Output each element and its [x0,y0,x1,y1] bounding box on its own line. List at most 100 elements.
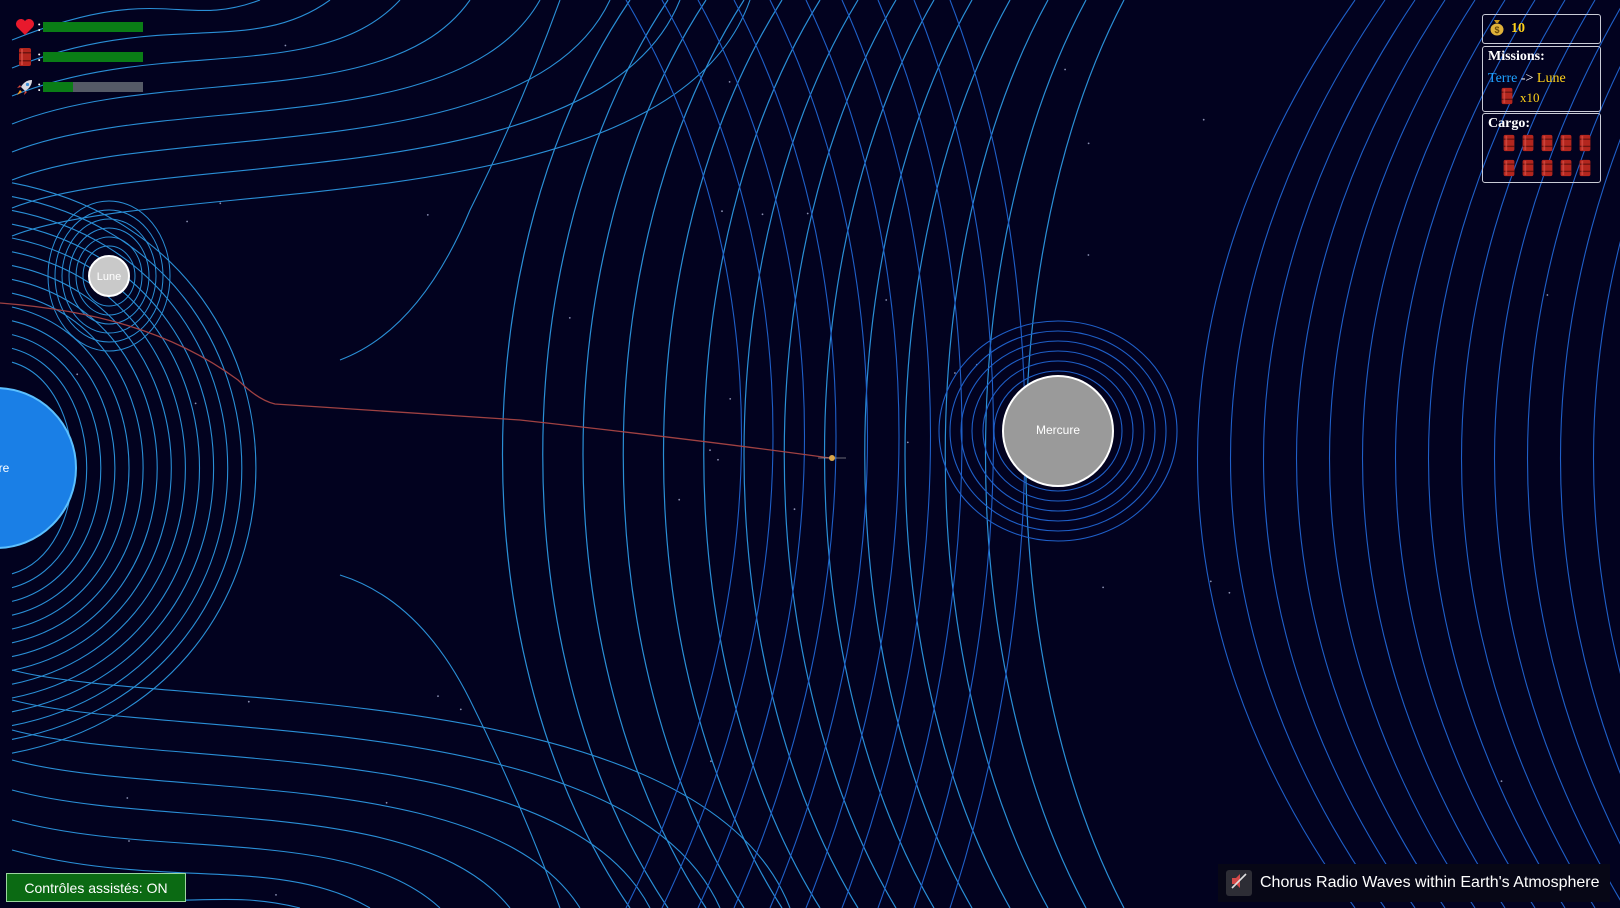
star [761,213,764,216]
star [385,801,388,804]
fuel-barrel-icon [1500,87,1514,109]
star [793,508,796,511]
star [954,372,956,374]
field-line [662,0,783,908]
star [219,202,222,205]
mission-origin: Terre [1488,71,1518,86]
star [437,695,439,697]
assisted-controls-label: Contrôles assistés: ON [24,879,168,896]
muted-speaker-icon [1230,872,1248,895]
fuel-status: : [14,44,144,70]
money-value: 10 [1511,21,1525,36]
fuel-barrel-icon [14,46,36,68]
star [728,81,731,83]
star [1500,780,1503,783]
music-player: Chorus Radio Waves within Earth's Atmosp… [1218,864,1610,902]
star [717,458,719,461]
field-line [877,0,963,908]
planet-label-lune: Lune [97,271,121,283]
health-status: : [14,14,144,40]
cargo-title: Cargo: [1488,116,1530,131]
music-title: Chorus Radio Waves within Earth's Atmosp… [1260,874,1600,891]
planet-label-mercure: Mercure [1036,423,1080,437]
field-line [904,0,1011,908]
field-line [1329,0,1476,908]
mission-route: Terre -> Lune [1488,71,1595,87]
money-panel: $ 10 [1482,14,1601,44]
cargo-panel: Cargo: [1482,113,1601,183]
hud-separator: : [37,48,42,65]
star [1087,254,1090,256]
cargo-barrel-icon [1521,159,1540,182]
cargo-barrel-icon [1502,159,1521,182]
missions-title: Missions: [1488,49,1545,64]
field-line [1197,0,1356,908]
rocket-icon [14,76,36,98]
hud-separator: : [37,18,42,35]
star [678,498,681,501]
field-line [841,0,931,908]
planet-mercure: Mercure [1002,375,1114,487]
field-line [697,0,806,908]
cargo-barrel-icon [1521,134,1540,157]
field-line [913,0,994,908]
star [1228,591,1231,594]
field-line [823,0,935,908]
star [806,212,809,215]
star [459,708,462,711]
hud-separator: : [37,78,42,95]
cargo-barrel-icon [1559,134,1578,157]
health-bar [43,22,144,32]
gravity-field-canvas: re Lune Mercure [0,0,1620,908]
field-line [582,0,707,908]
svg-text:$: $ [1494,25,1499,35]
star [426,214,429,216]
spaceship[interactable] [818,455,846,461]
star [1209,580,1212,583]
star [126,797,129,799]
star [1087,142,1090,145]
field-line [1296,0,1446,908]
field-line [339,0,561,361]
cargo-barrel-icon [1578,159,1597,182]
mute-button[interactable] [1226,870,1252,896]
mission-quantity: x10 [1500,87,1595,109]
star [284,44,287,47]
star [721,210,723,213]
cargo-grid [1502,134,1595,182]
boost-status: : [14,74,144,100]
heart-icon [14,16,36,38]
planet-terre: re [0,387,77,549]
mission-quantity-value: x10 [1520,90,1540,105]
field-line [805,0,900,908]
star [247,700,250,703]
money-bag-icon: $ [1489,18,1505,41]
star [1064,68,1066,71]
cargo-barrel-icon [1502,134,1521,157]
planet-lune: Lune [88,255,130,297]
star [1102,586,1104,589]
planet-label-terre: re [0,461,10,475]
star [275,894,277,896]
star [1202,118,1205,121]
assisted-controls-toggle[interactable]: Contrôles assistés: ON [6,873,186,902]
mission-arrow: -> [1520,71,1534,86]
field-line [661,0,774,908]
field-line [542,0,669,908]
mission-destination: Lune [1536,71,1566,86]
star [194,402,197,405]
ship-trajectory [0,302,831,459]
field-line [1263,0,1416,908]
star [1546,294,1549,296]
star [76,373,79,376]
star [709,449,711,452]
field-line [1230,0,1386,908]
boost-bar [43,82,144,92]
fuel-bar [43,52,144,62]
field-line [501,0,631,908]
star [568,317,571,319]
field-line [733,0,837,908]
star [128,840,130,842]
field-line [864,0,973,908]
star [885,299,888,301]
